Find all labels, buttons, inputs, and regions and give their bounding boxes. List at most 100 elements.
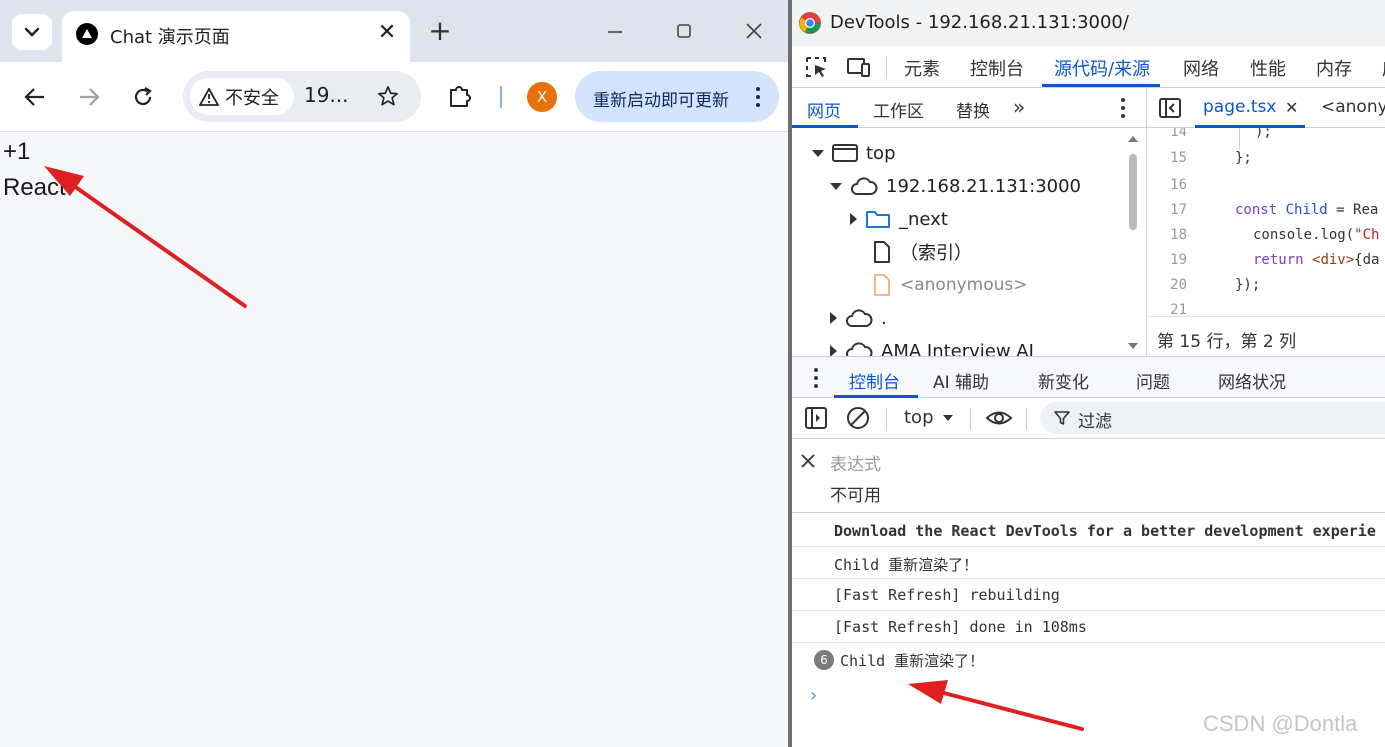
console-prompt[interactable]: › [810,685,817,706]
code-text: }; [1235,150,1252,166]
editor-tab-page-tsx[interactable]: page.tsx [1203,97,1276,117]
forward-button[interactable] [73,81,105,113]
inspect-element-icon[interactable] [804,55,830,79]
line-number: 17 [1170,202,1187,218]
remove-expression-icon[interactable] [801,454,815,468]
tab-network[interactable]: 网络 [1183,55,1219,81]
editor-status-bar: 第 15 行，第 2 列 [1147,316,1385,356]
toggle-navigator-icon[interactable] [1158,97,1182,119]
toolbar-separator [886,408,887,430]
arrow-right-icon [80,88,100,106]
context-selector[interactable]: top [904,407,954,428]
clear-console-icon[interactable] [846,406,870,430]
tree-item-index[interactable]: （索引） [872,237,972,267]
scroll-thumb[interactable] [1129,154,1137,230]
code-identifier: Child [1285,202,1328,218]
folder-icon [866,211,890,228]
filter-input[interactable]: 过滤 [1040,402,1385,434]
code-line: 18 console.log("Ch [1147,227,1385,252]
active-tab[interactable]: Chat 演示页面 ✕ [62,11,410,62]
tree-item-origin[interactable]: 192.168.21.131:3000 [830,171,1081,201]
console-message: [Fast Refresh] rebuilding [792,579,1385,611]
scroll-up-icon[interactable] [1126,134,1140,144]
line-number: 19 [1170,252,1187,268]
scroll-down-icon[interactable] [1126,341,1140,351]
more-menu-icon[interactable] [751,84,765,110]
new-tab-button[interactable]: + [424,16,456,48]
message-text: Child 重新渲染了！ [834,556,979,574]
console-message: Child 重新渲染了！ [792,547,1385,579]
address-bar[interactable]: 不安全 19... [183,71,421,122]
drawer-tab-whats-new[interactable]: 新变化 [1038,368,1089,393]
code-string: "Ch [1354,227,1380,243]
drawer-tab-console[interactable]: 控制台 [849,368,900,393]
drawer-tab-issues[interactable]: 问题 [1136,368,1170,393]
message-text: [Fast Refresh] done in 108ms [834,618,1087,636]
tab-search-button[interactable] [12,14,52,50]
profile-avatar[interactable]: X [527,82,557,112]
tree-scrollbar[interactable] [1126,128,1140,356]
expanded-triangle-icon [812,149,824,157]
close-window-button[interactable] [740,18,768,46]
tree-item-ama[interactable]: AMA Interview AI [830,336,1034,356]
sidebar-toggle-icon[interactable] [804,406,828,430]
tab-performance[interactable]: 性能 [1250,55,1286,81]
security-label: 不安全 [225,87,279,109]
minimize-button[interactable] [601,18,629,46]
maximize-button[interactable] [670,18,698,46]
expression-input[interactable]: 表达式 [830,450,881,475]
toolbar-separator [1026,408,1027,430]
reload-button[interactable] [127,81,159,113]
line-number: 14 [1170,128,1187,140]
device-toolbar-icon[interactable] [846,55,872,79]
file-icon [874,241,890,263]
tab-elements[interactable]: 元素 [904,55,940,81]
code-keyword: const [1235,202,1278,218]
cloud-icon [846,309,873,327]
bookmark-star-icon[interactable] [373,81,403,111]
code-editor[interactable]: 14 ); 15 }; 16 17 const Child = Rea 18 c… [1147,128,1385,316]
extensions-puzzle-icon[interactable] [446,81,478,113]
more-tabs-icon[interactable]: » [1013,95,1025,119]
tree-item-dot[interactable]: . [830,303,887,333]
active-tab-indicator [1042,84,1160,87]
devtools-window: DevTools - 192.168.21.131:3000/ 元素 控制台 源… [792,0,1385,747]
tree-item-next-folder[interactable]: _next [850,204,948,234]
editor-tab-close-icon[interactable]: ✕ [1285,98,1298,117]
toolbar-separator [500,86,502,108]
close-tab-icon[interactable]: ✕ [374,20,400,46]
tree-item-anonymous[interactable]: <anonymous> [872,270,1028,300]
filter-label: 过滤 [1078,412,1112,432]
drawer-tab-network-conditions[interactable]: 网络状况 [1218,368,1286,393]
code-line: 16 [1147,177,1385,202]
nextjs-favicon-icon [76,23,98,45]
live-expression-eye-icon[interactable] [985,407,1013,429]
tree-label-index: （索引） [900,243,972,264]
url-text[interactable]: 19... [304,83,349,107]
code-keyword: return [1253,252,1304,268]
tree-label-anonymous: <anonymous> [900,275,1028,295]
editor-tab-anonymous[interactable]: <anony [1321,97,1385,117]
line-number: 15 [1170,150,1187,166]
tab-memory[interactable]: 内存 [1316,55,1352,81]
relaunch-update-button[interactable]: 重新启动即可更新 [575,71,779,122]
tab-workspace[interactable]: 工作区 [873,97,924,122]
expanded-triangle-icon [830,182,842,190]
tree-item-top[interactable]: top [812,138,896,168]
devtools-titlebar: DevTools - 192.168.21.131:3000/ [792,0,1385,46]
tab-page[interactable]: 网页 [807,97,841,122]
collapsed-triangle-icon [830,345,837,356]
drawer-tab-ai[interactable]: AI 辅助 [933,368,989,393]
drawer-menu-icon[interactable] [814,368,818,388]
tab-overrides[interactable]: 替换 [956,97,990,122]
context-label: top [904,407,934,428]
back-button[interactable] [19,81,51,113]
reload-icon [134,87,152,106]
line-number: 21 [1170,302,1187,316]
tab-console[interactable]: 控制台 [970,55,1024,81]
tab-sources[interactable]: 源代码/来源 [1054,55,1150,81]
navigator-menu-icon[interactable] [1121,98,1125,118]
site-info-chip[interactable]: 不安全 [190,78,294,115]
code-line: 20 }); [1147,277,1385,302]
react-text: React [3,174,66,201]
